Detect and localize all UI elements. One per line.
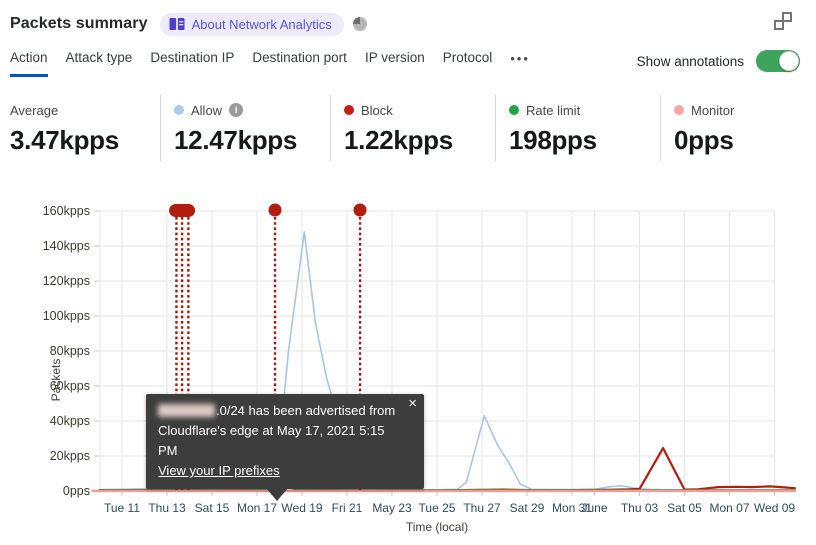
panel-header: Packets summary About Network Analytics [10, 8, 806, 40]
svg-text:Wed 19: Wed 19 [281, 501, 322, 515]
page-title: Packets summary [10, 15, 148, 32]
svg-text:80kpps: 80kpps [50, 344, 90, 358]
svg-text:May 23: May 23 [372, 501, 412, 515]
stat-label: Monitor [691, 102, 735, 118]
show-annotations-toggle[interactable] [756, 50, 800, 72]
popout-icon[interactable] [774, 12, 792, 30]
svg-text:140kpps: 140kpps [43, 239, 90, 253]
svg-text:Wed 09: Wed 09 [754, 501, 795, 515]
svg-text:Packets: Packets [49, 359, 63, 402]
book-icon [169, 18, 185, 30]
stat-label: Allow [191, 102, 223, 118]
badge-label: About Network Analytics [191, 16, 332, 32]
svg-text:Fri 21: Fri 21 [332, 501, 363, 515]
svg-text:40kpps: 40kpps [50, 414, 90, 428]
packets-time-series-chart: 0pps20kpps40kpps60kpps80kpps100kpps120kp… [43, 203, 797, 534]
svg-text:June: June [581, 501, 607, 515]
more-tabs-icon[interactable]: ••• [510, 50, 530, 66]
tooltip-line1: .0/24 has been advertised from [158, 401, 398, 421]
rate-limit-legend-dot [509, 105, 519, 115]
tab-action[interactable]: Action [10, 50, 48, 77]
tab-ip-version[interactable]: IP version [365, 50, 425, 77]
svg-text:Mon 17: Mon 17 [237, 501, 277, 515]
allow-legend-dot [174, 105, 184, 115]
tooltip-line2: Cloudflare's edge at May 17, 2021 5:15 P… [158, 423, 385, 458]
stat-monitor: Monitor 0pps [660, 95, 816, 161]
toggle-knob [779, 51, 799, 71]
stat-rate-limit: Rate limit 198pps [495, 95, 660, 161]
stat-value: 198pps [509, 125, 597, 155]
monitor-legend-dot [674, 105, 684, 115]
svg-text:Mon 07: Mon 07 [709, 501, 749, 515]
svg-text:Sat 05: Sat 05 [667, 501, 702, 515]
tab-destination-ip[interactable]: Destination IP [150, 50, 234, 77]
stat-value: 1.22kpps [344, 125, 453, 155]
svg-text:100kpps: 100kpps [43, 309, 90, 323]
svg-text:Thu 13: Thu 13 [148, 501, 186, 515]
show-annotations-label: Show annotations [636, 53, 744, 69]
stat-average: Average 3.47kpps [0, 95, 160, 161]
info-icon[interactable]: i [229, 103, 244, 117]
stat-allow: Allow i 12.47kpps [160, 95, 330, 161]
tab-destination-port[interactable]: Destination port [252, 50, 347, 77]
annotation-tooltip: × .0/24 has been advertised from Cloudfl… [146, 394, 424, 501]
pie-timer-icon [352, 17, 367, 31]
block-legend-dot [344, 105, 354, 115]
close-icon[interactable]: × [408, 395, 417, 413]
stat-label: Rate limit [526, 102, 581, 118]
svg-text:Time (local): Time (local) [406, 520, 468, 534]
tab-attack-type[interactable]: Attack type [66, 50, 133, 77]
stat-value: 0pps [674, 125, 734, 155]
svg-text:20kpps: 20kpps [50, 449, 90, 463]
stat-value: 3.47kpps [10, 125, 119, 155]
svg-text:Thu 27: Thu 27 [463, 501, 501, 515]
about-network-analytics-badge[interactable]: About Network Analytics [159, 12, 344, 36]
svg-text:Sat 29: Sat 29 [510, 501, 545, 515]
redacted-ip-prefix [158, 404, 215, 417]
tooltip-arrow [266, 488, 288, 501]
popout-square-front [774, 20, 784, 30]
view-ip-prefixes-link[interactable]: View your IP prefixes [158, 463, 280, 478]
annotations-control: Show annotations [637, 50, 800, 72]
dimension-tabs: Action Attack type Destination IP Destin… [10, 50, 800, 77]
svg-text:120kpps: 120kpps [43, 274, 90, 288]
svg-text:Tue 25: Tue 25 [419, 501, 456, 515]
svg-text:Sat 15: Sat 15 [195, 501, 230, 515]
stat-label: Block [361, 102, 393, 118]
stat-block: Block 1.22kpps [330, 95, 495, 161]
tab-protocol[interactable]: Protocol [443, 50, 493, 77]
network-analytics-panel: Packets summary About Network Analytics … [0, 0, 816, 545]
svg-text:Tue 11: Tue 11 [104, 501, 140, 515]
svg-text:Thu 03: Thu 03 [621, 501, 659, 515]
stat-value: 12.47kpps [174, 125, 298, 155]
svg-text:0pps: 0pps [63, 484, 90, 498]
stat-label: Average [10, 102, 59, 118]
svg-text:160kpps: 160kpps [43, 204, 90, 218]
summary-stats: Average 3.47kpps Allow i 12.47kpps Block… [0, 95, 816, 161]
